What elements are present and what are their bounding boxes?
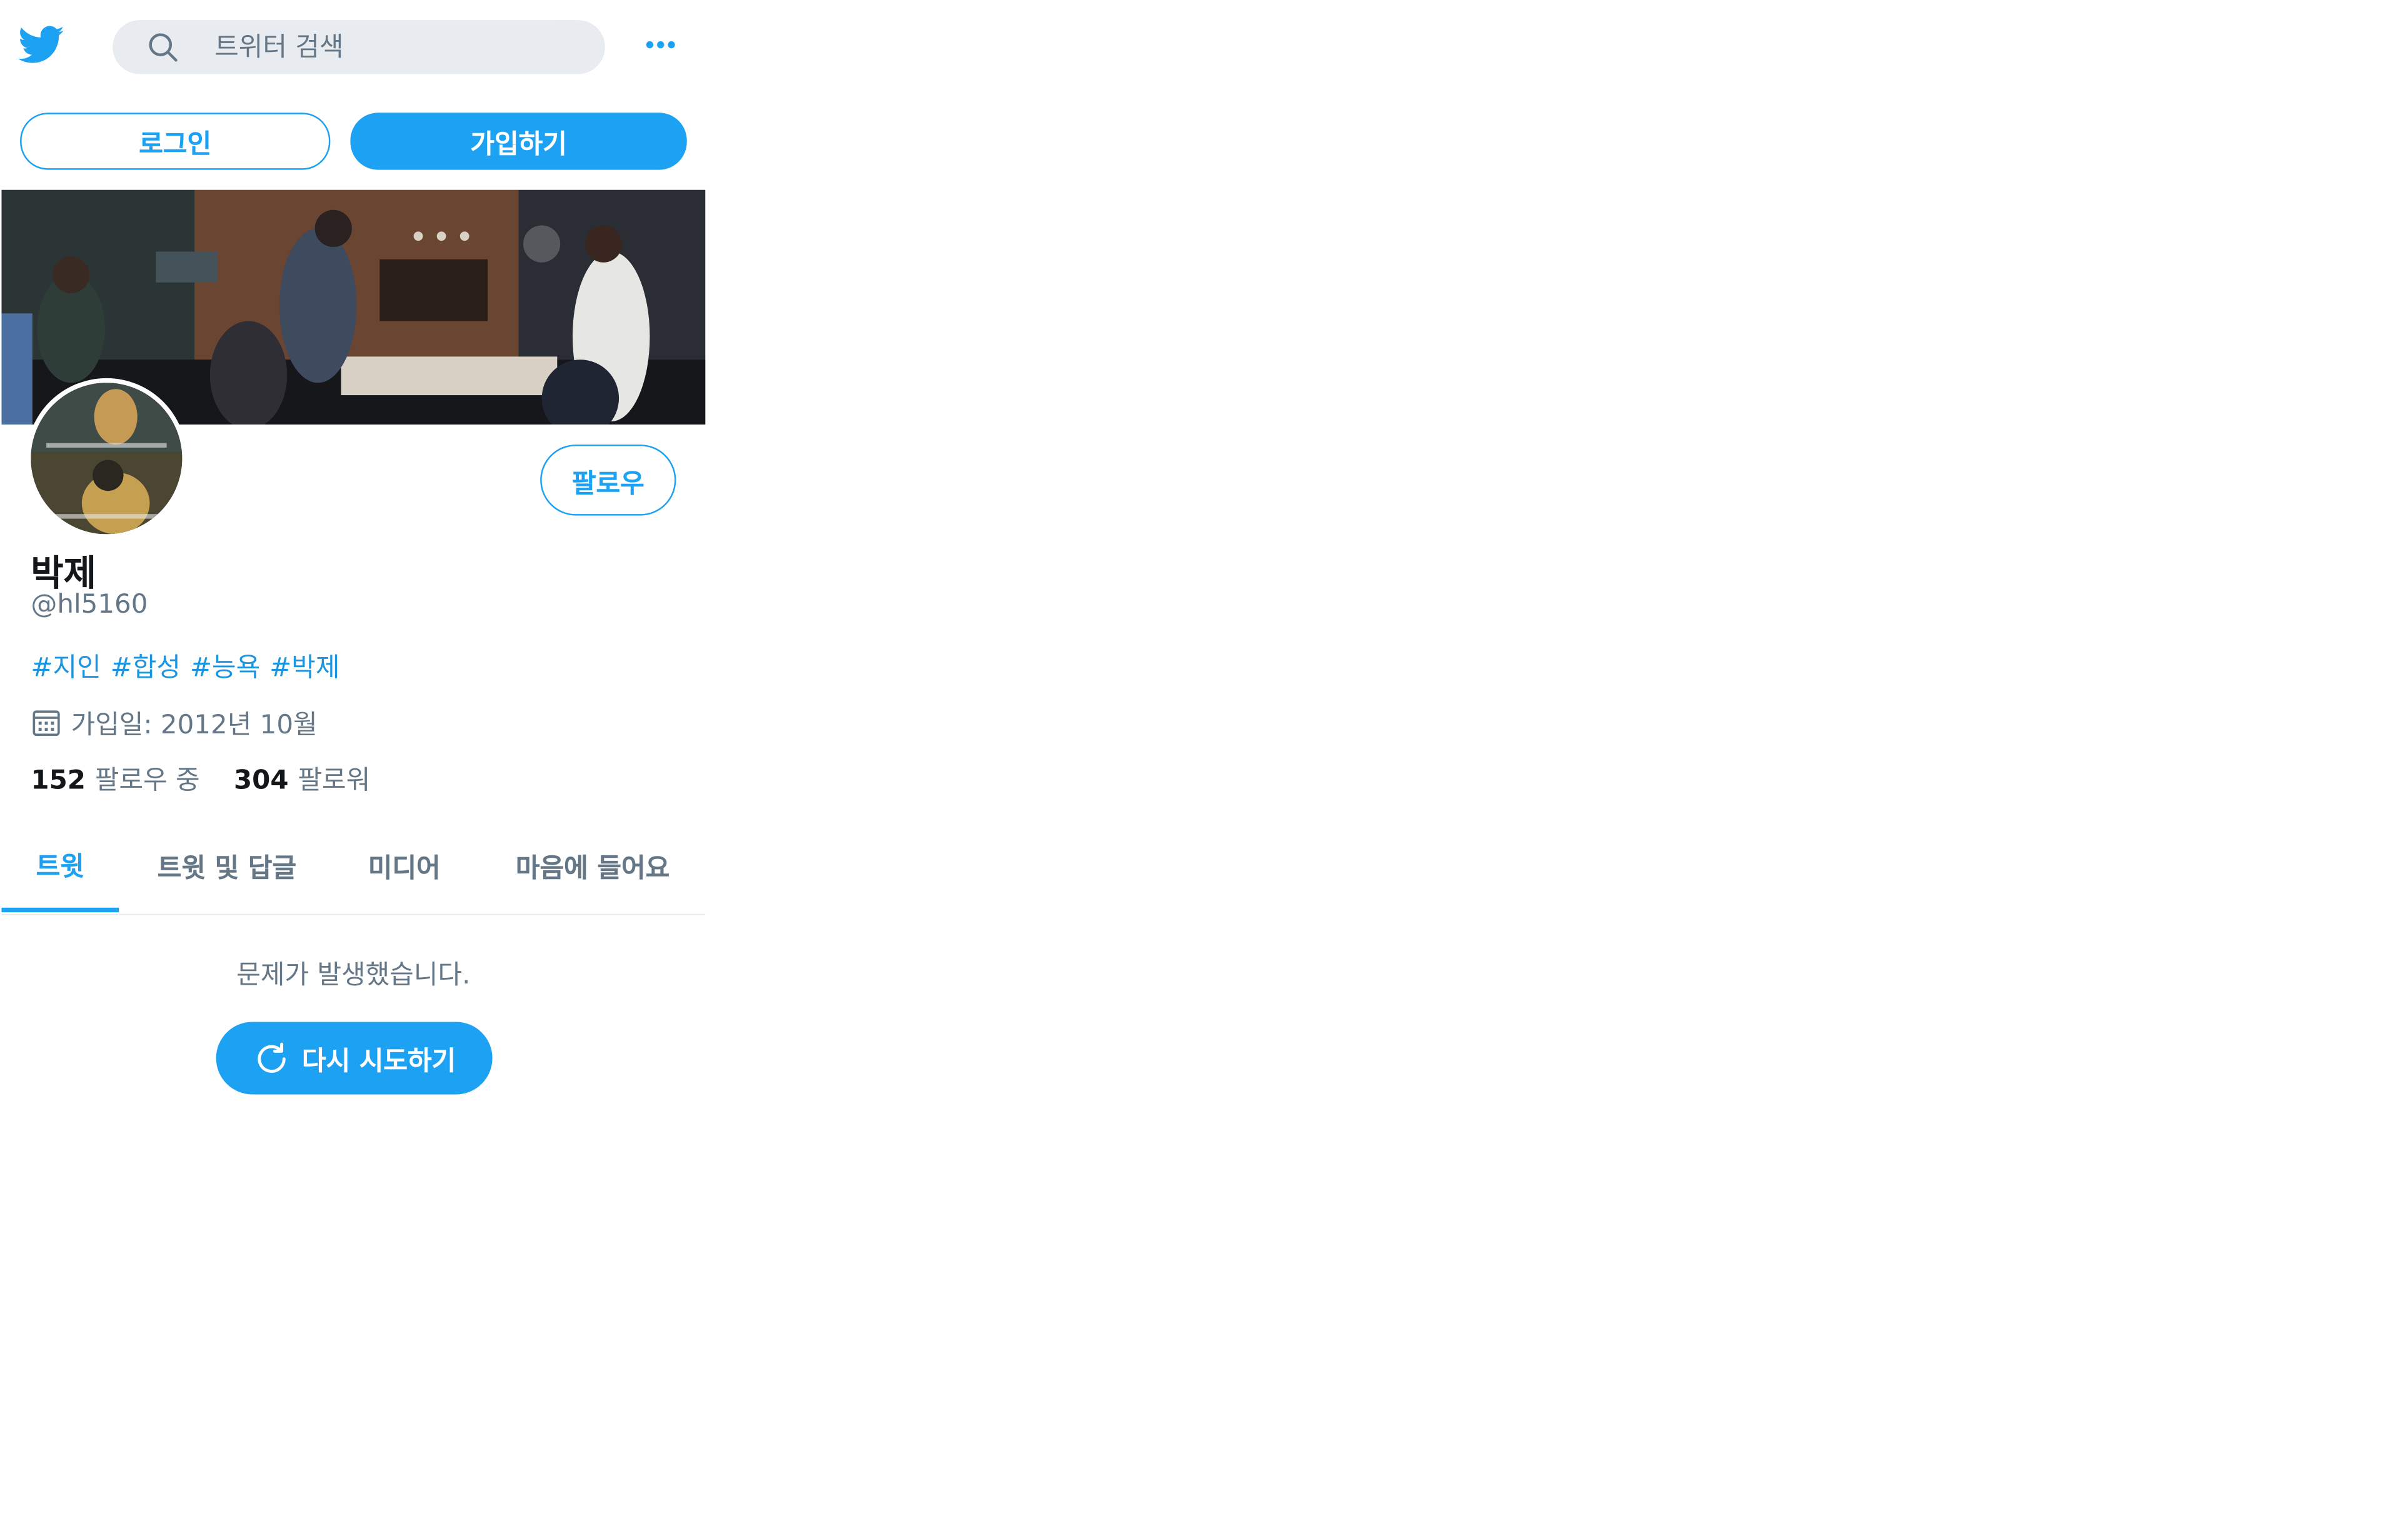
following-stat[interactable]: 152 팔로우 중 [31, 758, 199, 797]
hashtag-link[interactable]: #능욕 [190, 653, 260, 683]
tab-tweets[interactable]: 트윗 [1, 818, 119, 913]
join-date: 가입일: 2012년 10월 [31, 702, 318, 741]
following-count: 152 [31, 765, 86, 797]
following-label: 팔로우 중 [94, 765, 200, 797]
profile-handle: @hl5160 [31, 590, 148, 621]
followers-stat[interactable]: 304 팔로워 [234, 758, 370, 797]
hashtag-link[interactable]: #합성 [111, 653, 181, 683]
calendar-icon [33, 710, 60, 735]
followers-label: 팔로워 [298, 765, 371, 797]
follow-button[interactable]: 팔로우 [540, 445, 676, 516]
hashtag-link[interactable]: #박제 [269, 653, 339, 683]
retry-label: 다시 시도하기 [301, 1046, 456, 1078]
tab-tweets-replies[interactable]: 트윗 및 답글 [128, 818, 326, 911]
hashtag-link[interactable]: #지인 [31, 653, 101, 683]
tab-likes[interactable]: 마음에 들어요 [493, 818, 693, 911]
search-box[interactable] [113, 20, 605, 74]
profile-stats: 152 팔로우 중 304 팔로워 [31, 758, 404, 797]
more-dots-icon[interactable] [639, 28, 682, 58]
page: 로그인 가입하기 [0, 0, 2408, 1522]
search-icon [147, 31, 181, 64]
login-button[interactable]: 로그인 [20, 113, 331, 170]
error-message: 문제가 발생했습니다. [236, 960, 471, 992]
refresh-icon [257, 1042, 285, 1072]
search-input[interactable] [211, 26, 588, 70]
retry-button[interactable]: 다시 시도하기 [216, 1022, 493, 1095]
profile-tabs: 트윗 트윗 및 답글 미디어 마음에 들어요 [1, 818, 706, 916]
signup-button[interactable]: 가입하기 [350, 113, 687, 170]
join-date-text: 가입일: 2012년 10월 [71, 710, 318, 741]
twitter-logo-icon[interactable] [18, 22, 65, 68]
profile-name: 박제 [31, 554, 96, 595]
avatar[interactable] [26, 378, 187, 539]
tab-media[interactable]: 미디어 [344, 818, 465, 911]
followers-count: 304 [233, 765, 289, 797]
profile-bio: #지인 #합성 #능욕 #박제 [31, 645, 349, 683]
